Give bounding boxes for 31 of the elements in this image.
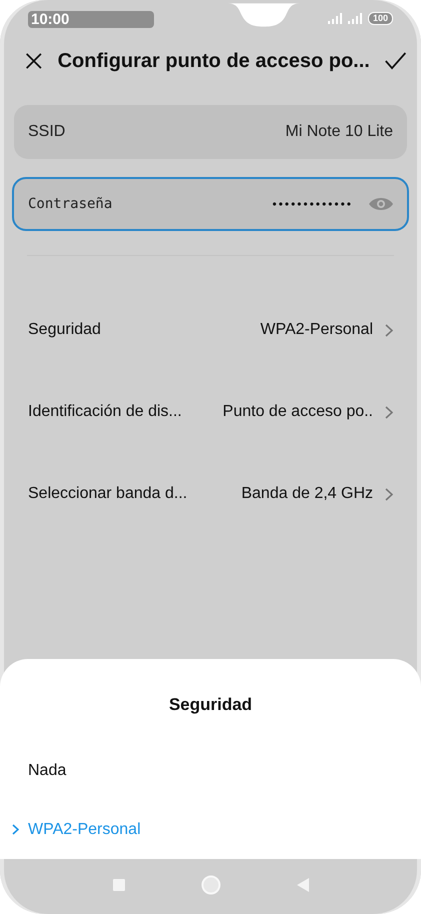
sheet-title: Seguridad [168, 695, 254, 715]
chevron-icon [385, 406, 393, 418]
field-value: ••••••••••••• [272, 197, 353, 211]
signal-icon [348, 13, 364, 24]
checkmark-icon[interactable] [384, 50, 407, 72]
setting-value: Punto de acceso po.. [222, 403, 373, 421]
setting-label: Seleccionar banda d... [28, 485, 188, 503]
settings-row[interactable]: Seleccionar banda d... Banda de 2,4 GHz [0, 453, 421, 535]
field-label: Contraseña [28, 196, 114, 212]
recents-icon[interactable] [112, 878, 124, 890]
ssid-field[interactable]: SSID Mi Note 10 Lite [14, 105, 407, 159]
home-icon[interactable] [200, 874, 220, 894]
eye-icon[interactable] [369, 196, 393, 212]
signal-icon [328, 13, 344, 24]
back-icon[interactable] [296, 878, 308, 892]
settings-row[interactable]: Seguridad WPA2-Personal [0, 289, 421, 371]
option-item[interactable]: Nada [0, 742, 421, 800]
setting-label: Seguridad [28, 321, 102, 339]
password-field[interactable]: Contraseña ••••••••••••• [12, 177, 409, 231]
battery-icon: 100 [368, 12, 393, 25]
page-title: Configurar punto de acceso po... [58, 50, 370, 72]
chevron-icon [385, 488, 393, 500]
status-time: 10:00 [28, 11, 154, 28]
chevron-icon [12, 824, 19, 836]
settings-row[interactable]: Identificación de dis... Punto de acceso po.. [0, 371, 421, 453]
field-value: Mi Note 10 Lite [285, 123, 393, 141]
field-label: SSID [28, 123, 66, 141]
setting-value: Banda de 2,4 GHz [241, 485, 373, 503]
setting-value: WPA2-Personal [260, 321, 373, 339]
setting-label: Identificación de dis... [28, 403, 183, 421]
chevron-icon [385, 324, 393, 336]
